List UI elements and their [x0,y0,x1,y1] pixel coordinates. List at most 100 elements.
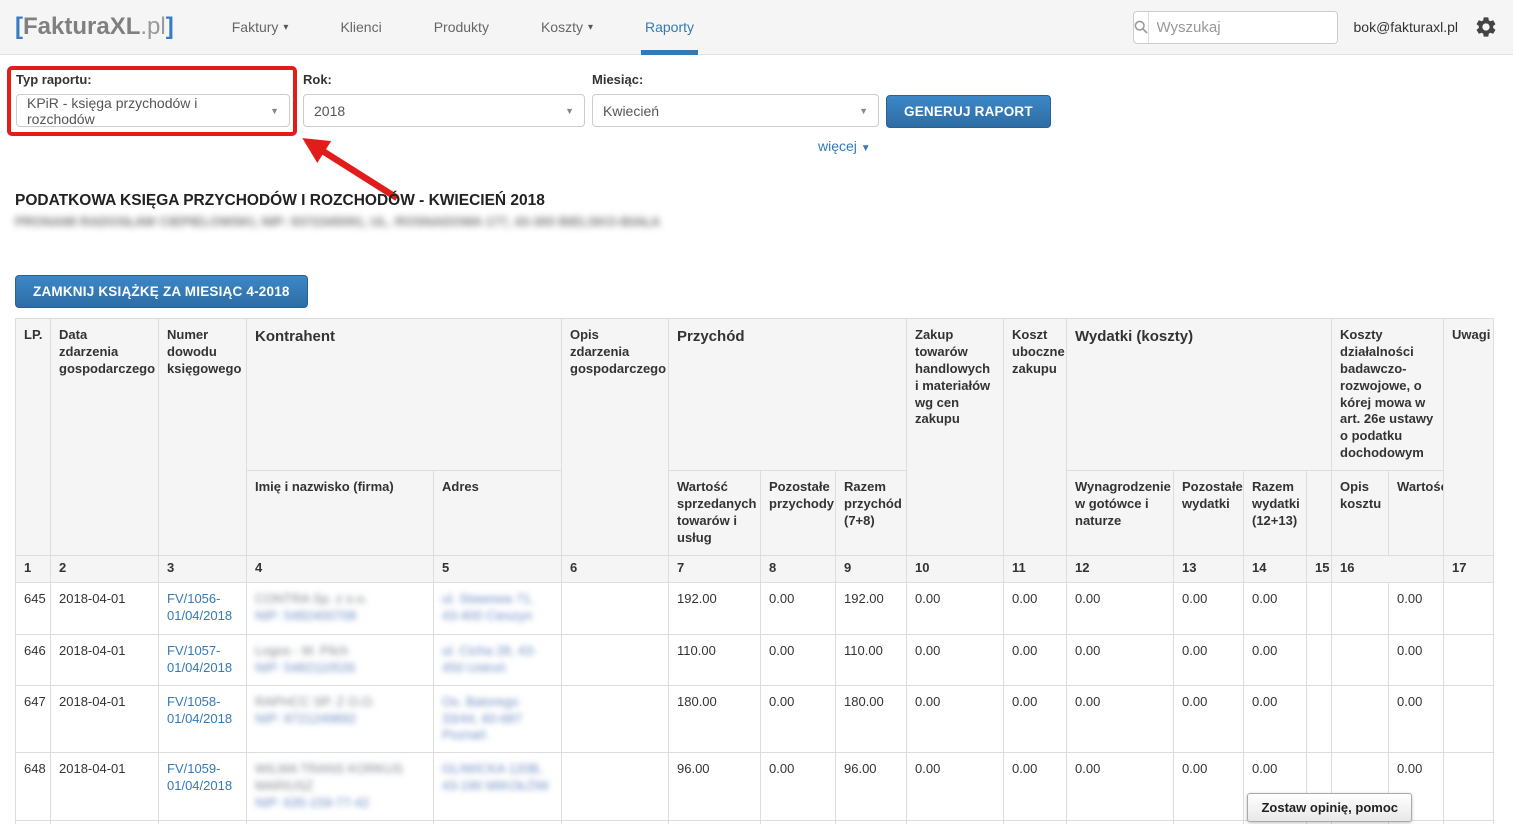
cell-description [562,821,669,824]
cell-col12: 0.00 [1067,685,1174,753]
cell-col10: 0.00 [907,582,1004,634]
cell-date: 2018-04-01 [51,685,159,753]
logo-domain: .pl [140,13,165,40]
cell-col11: 0.00 [1004,634,1067,685]
cell-lp: 645 [16,582,51,634]
year-filter: Rok: 2018 ▼ [303,72,585,127]
cell-contractor-blurred: RAPHCC SP. Z O.O.NIP: 9721249892 [247,685,434,753]
col-header-lp: LP. [16,319,51,556]
blurred-text-line: 450 Ustroń [442,660,553,677]
report-type-select[interactable]: KPiR - księga przychodów i rozchodów ▼ [16,94,290,127]
nav-item-produkty[interactable]: Produkty [408,0,515,55]
blurred-text-line: 43-190 MIKOŁÓW [442,778,553,795]
cell-col15 [1307,582,1332,634]
month-filter: Miesiąc: Kwiecień ▼ [592,72,879,127]
blurred-text-line: ul. Cicha 28, 43- [442,643,553,660]
filter-bar: Typ raportu: KPiR - księga przychodów i … [0,55,1513,180]
col-header-koszty-br: Koszty działalności badawczo-rozwojowe, … [1332,319,1444,471]
cell-col14: 0.00 [1244,634,1307,685]
column-number: 13 [1174,555,1244,582]
cell-col8: 0.00 [761,821,836,824]
app-logo[interactable]: [FakturaXL.pl] [15,13,174,41]
col-header-wydatki: Wydatki (koszty) [1067,319,1332,471]
col-header-razem-wydatki: Razem wydatki (12+13) [1244,471,1307,556]
cell-col11: 0.00 [1004,582,1067,634]
year-select[interactable]: 2018 ▼ [303,94,585,127]
report-type-label: Typ raportu: [16,72,290,87]
nav-item-raporty[interactable]: Raporty [619,0,720,55]
more-link-label: więcej [818,138,857,154]
cell-date: 2018-04-01 [51,753,159,821]
blurred-text-line: ul. Stawowa 71, [442,591,553,608]
month-select[interactable]: Kwiecień ▼ [592,94,879,127]
invoice-link[interactable]: FV/1057-01/04/2018 [167,643,232,675]
cell-date: 2018-04-01 [51,634,159,685]
cell-uwagi [1444,634,1494,685]
col-header-wynagrodzenie: Wynagrodzenie w gotówce i naturze [1067,471,1174,556]
column-number: 17 [1444,555,1494,582]
search-icon[interactable] [1134,12,1149,43]
col-header-koszt-uboczne: Koszt uboczne zakupu [1004,319,1067,556]
cell-address-blurred: ul. Stawowa 71,43-400 Cieszyn [434,582,562,634]
cell-uwagi [1444,821,1494,824]
col-header-opis-kosztu: Opis kosztu [1332,471,1389,556]
blurred-text-line: 33/44, 60-687 [442,711,553,728]
cell-description [562,634,669,685]
report-type-value: KPiR - księga przychodów i rozchodów [27,95,262,127]
month-value: Kwiecień [603,103,659,119]
cell-opis-kosztu [1332,685,1389,753]
column-number-row: 1234567891011121314151617 [16,555,1494,582]
cell-address-blurred: ul. Cicha 28, 43-450 Ustroń [434,634,562,685]
nav-item-koszty[interactable]: Koszty ▾ [515,0,619,55]
cell-document-number: FV/1058-01/04/2018 [159,685,247,753]
cell-col10: 0.00 [907,685,1004,753]
nav-item-label: Produkty [434,19,489,35]
column-number: 5 [434,555,562,582]
column-number: 12 [1067,555,1174,582]
search-input[interactable] [1149,12,1338,43]
chevron-down-icon: ▼ [861,143,871,154]
gear-icon[interactable] [1474,15,1498,39]
cell-col12: 0.00 [1067,753,1174,821]
nav-right: bok@fakturaxl.pl [1133,11,1498,44]
cell-date: 2018-04-03 [51,821,159,824]
col-header-pozostale-wydatki: Pozostałe wydatki [1174,471,1244,556]
nav-item-klienci[interactable]: Klienci [314,0,407,55]
column-number: 1 [16,555,51,582]
cell-document-number: FV/1060-03/04/2018 [159,821,247,824]
col-header-zakup-towarow: Zakup towarów handlowych i materiałów wg… [907,319,1004,556]
col-header-opis-zdarzenia: Opis zdarzenia gospodarczego [562,319,669,556]
invoice-link[interactable]: FV/1058-01/04/2018 [167,694,232,726]
more-link[interactable]: więcej ▼ [818,138,871,154]
cell-wartosc: 0.00 [1389,634,1444,685]
cell-col14: 0.00 [1244,582,1307,634]
cell-col13: 0.00 [1174,753,1244,821]
cell-col9: 192.00 [836,582,907,634]
cell-col13: 0.00 [1174,634,1244,685]
feedback-button[interactable]: Zostaw opinię, pomoc [1247,793,1412,822]
search-group [1133,11,1338,44]
invoice-link[interactable]: FV/1056-01/04/2018 [167,591,232,623]
select-caret-icon: ▼ [270,106,279,116]
cell-date: 2018-04-01 [51,582,159,634]
column-number: 10 [907,555,1004,582]
user-email[interactable]: bok@fakturaxl.pl [1354,19,1458,35]
column-number: 2 [51,555,159,582]
blurred-text-line: Os. Batorego [442,694,553,711]
blurred-text-line: Poznań [442,727,553,744]
logo-brand: FakturaXL [23,13,140,40]
cell-col8: 0.00 [761,582,836,634]
close-book-button[interactable]: ZAMKNIJ KSIĄŻKĘ ZA MIESIĄC 4-2018 [15,275,308,308]
top-nav: [FakturaXL.pl] Faktury ▾ Klienci Produkt… [0,0,1513,55]
col-header-15-blank [1307,471,1332,556]
generate-report-button[interactable]: GENERUJ RAPORT [886,95,1051,128]
cell-col13: 0.00 [1174,821,1244,824]
invoice-link[interactable]: FV/1059-01/04/2018 [167,761,232,793]
nav-item-label: Koszty [541,19,583,35]
nav-item-label: Klienci [340,19,381,35]
blurred-text-line: NIP: 5482400708 [255,608,425,625]
nav-item-faktury[interactable]: Faktury ▾ [206,0,315,55]
cell-col10: 0.00 [907,821,1004,824]
col-header-data-zdarzenia: Data zdarzenia gospodarczego [51,319,159,556]
year-value: 2018 [314,103,345,119]
